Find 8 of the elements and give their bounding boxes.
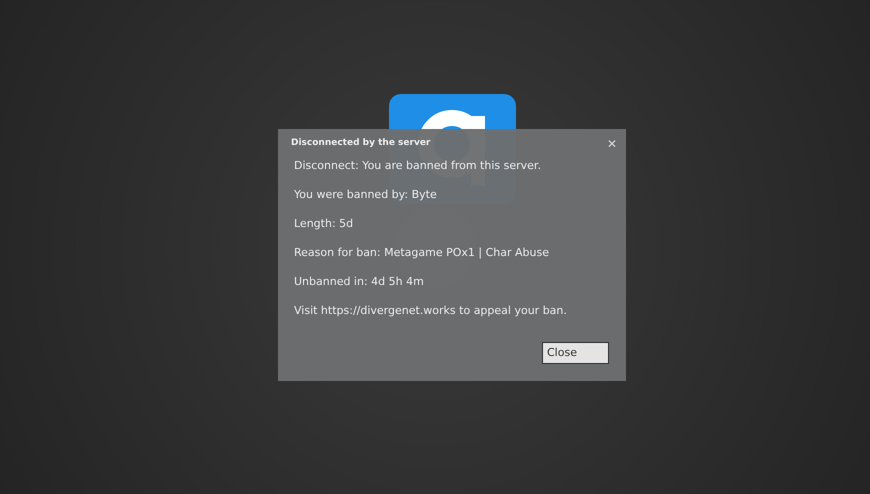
- message-line: Unbanned in: 4d 5h 4m: [294, 274, 425, 290]
- message-line: Reason for ban: Metagame POx1 | Char Abuse: [294, 245, 550, 261]
- message-line: You were banned by: Byte: [294, 187, 438, 203]
- message-line: Length: 5d: [294, 216, 354, 232]
- dialog-title: Disconnected by the server: [291, 137, 430, 150]
- close-button[interactable]: Close: [542, 342, 609, 364]
- message-line: Visit https://divergenet.works to appeal your ban.: [294, 303, 568, 319]
- message-line: Disconnect: You are banned from this server.: [294, 158, 542, 174]
